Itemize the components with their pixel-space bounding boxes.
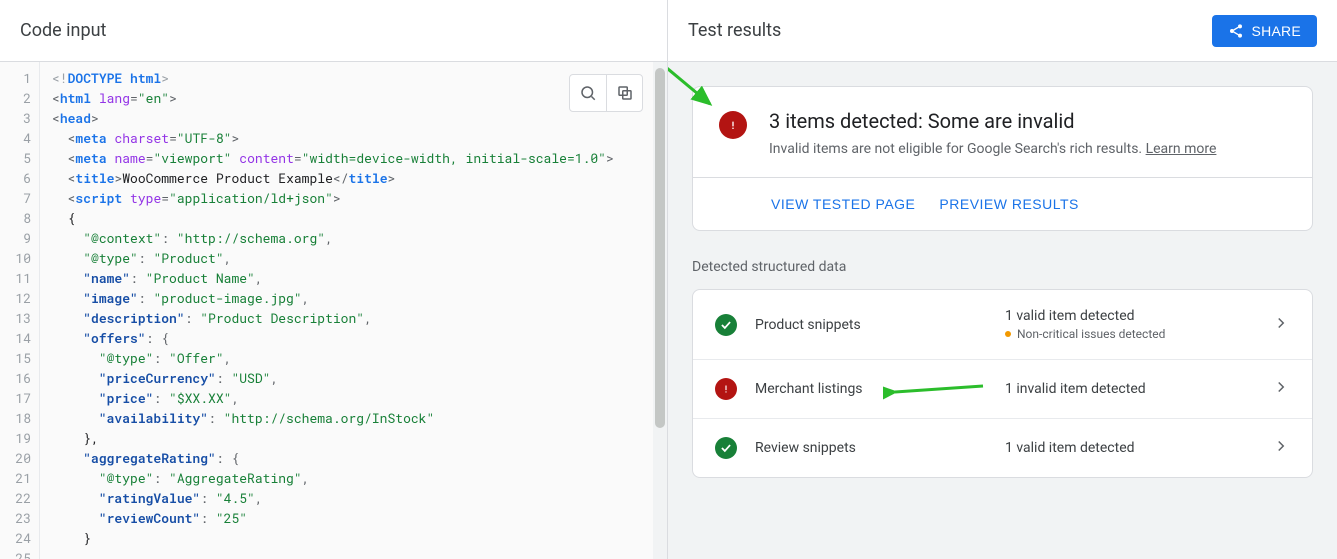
share-button[interactable]: SHARE (1212, 15, 1317, 47)
line-gutter: 1234567891011121314151617181920212223242… (0, 62, 40, 559)
search-icon[interactable] (570, 75, 606, 111)
results-body: 3 items detected: Some are invalid Inval… (668, 62, 1337, 559)
summary-subtitle: Invalid items are not eligible for Googl… (769, 141, 1216, 157)
view-tested-page-button[interactable]: VIEW TESTED PAGE (771, 196, 915, 212)
detected-section-label: Detected structured data (692, 259, 1313, 275)
error-icon (715, 378, 737, 400)
detected-item-name: Product snippets (755, 317, 1005, 333)
chevron-right-icon (1272, 314, 1290, 336)
code-input-header: Code input (0, 0, 667, 62)
detected-row-merchant-listings[interactable]: Merchant listings1 invalid item detected (693, 359, 1312, 418)
summary-actions: VIEW TESTED PAGE PREVIEW RESULTS (693, 177, 1312, 230)
detected-row-review-snippets[interactable]: Review snippets1 valid item detected (693, 418, 1312, 477)
scrollbar-track[interactable] (653, 62, 667, 559)
detected-item-substatus: Non-critical issues detected (1005, 327, 1272, 341)
check-icon (715, 314, 737, 336)
chevron-right-icon (1272, 437, 1290, 459)
detected-item-name: Merchant listings (755, 381, 1005, 397)
detected-item-status: 1 valid item detected (1005, 440, 1272, 456)
code-input-title: Code input (20, 20, 106, 41)
summary-card: 3 items detected: Some are invalid Inval… (692, 86, 1313, 231)
check-icon (715, 437, 737, 459)
error-icon (719, 111, 747, 139)
detected-item-status: 1 invalid item detected (1005, 381, 1272, 397)
share-icon (1228, 23, 1244, 39)
preview-results-button[interactable]: PREVIEW RESULTS (939, 196, 1079, 212)
summary-top: 3 items detected: Some are invalid Inval… (693, 87, 1312, 177)
summary-title: 3 items detected: Some are invalid (769, 109, 1216, 133)
copy-icon[interactable] (606, 75, 642, 111)
chevron-right-icon (1272, 378, 1290, 400)
detected-row-product-snippets[interactable]: Product snippets1 valid item detectedNon… (693, 290, 1312, 359)
code-toolbar (569, 74, 643, 112)
detected-item-name: Review snippets (755, 440, 1005, 456)
code-content[interactable]: <!DOCTYPE html><html lang="en"><head> <m… (40, 62, 626, 559)
scrollbar-thumb[interactable] (655, 68, 665, 428)
share-label: SHARE (1252, 23, 1301, 39)
code-input-pane: Code input 12345678910111213141516171819… (0, 0, 668, 559)
test-results-pane: Test results SHARE 3 items detected: Som… (668, 0, 1337, 559)
detected-item-status: 1 valid item detectedNon-critical issues… (1005, 308, 1272, 341)
warning-dot-icon (1005, 331, 1011, 337)
detected-list: Product snippets1 valid item detectedNon… (692, 289, 1313, 478)
results-title: Test results (688, 20, 781, 41)
learn-more-link[interactable]: Learn more (1146, 141, 1217, 157)
results-header: Test results SHARE (668, 0, 1337, 62)
code-editor[interactable]: 1234567891011121314151617181920212223242… (0, 62, 667, 559)
